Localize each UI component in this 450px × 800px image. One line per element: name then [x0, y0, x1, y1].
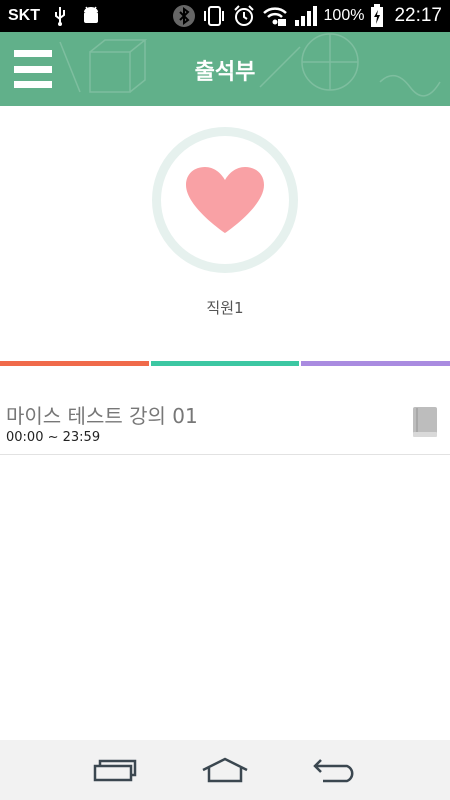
- battery-charging-icon: [370, 4, 384, 28]
- app-header: 출석부: [0, 32, 450, 106]
- tab-indicator-bar: [0, 361, 450, 366]
- tab-segment-3[interactable]: [301, 361, 450, 366]
- avatar: [152, 127, 298, 273]
- back-icon: [313, 759, 354, 783]
- carrier-label: SKT: [8, 7, 40, 24]
- user-name: 직원1: [206, 299, 244, 317]
- battery-percent: 100%: [323, 7, 365, 24]
- recent-apps-icon: [93, 759, 137, 782]
- home-icon: [202, 757, 248, 783]
- recent-apps-button[interactable]: [85, 750, 145, 790]
- signal-icon: [294, 5, 318, 27]
- usb-icon: [52, 6, 68, 26]
- bluetooth-icon: [172, 4, 196, 28]
- lecture-title: 마이스 테스트 강의 01: [6, 404, 198, 428]
- book-icon[interactable]: [412, 406, 438, 438]
- navigation-bar: [0, 740, 450, 800]
- alarm-icon: [232, 4, 256, 28]
- page-title: 출석부: [194, 60, 256, 85]
- list-item[interactable]: 마이스 테스트 강의 01 00:00 ~ 23:59: [0, 386, 450, 455]
- android-debug-icon: [80, 6, 102, 26]
- vibrate-icon: [202, 4, 226, 28]
- status-bar: SKT 100% 22:17: [0, 0, 450, 32]
- tab-segment-2[interactable]: [150, 361, 300, 366]
- wifi-icon: [262, 5, 288, 27]
- clock: 22:17: [394, 5, 442, 26]
- home-button[interactable]: [195, 750, 255, 790]
- tab-segment-1[interactable]: [0, 361, 149, 366]
- heart-icon: [186, 167, 264, 233]
- lecture-time: 00:00 ~ 23:59: [6, 430, 101, 445]
- back-button[interactable]: [305, 750, 365, 790]
